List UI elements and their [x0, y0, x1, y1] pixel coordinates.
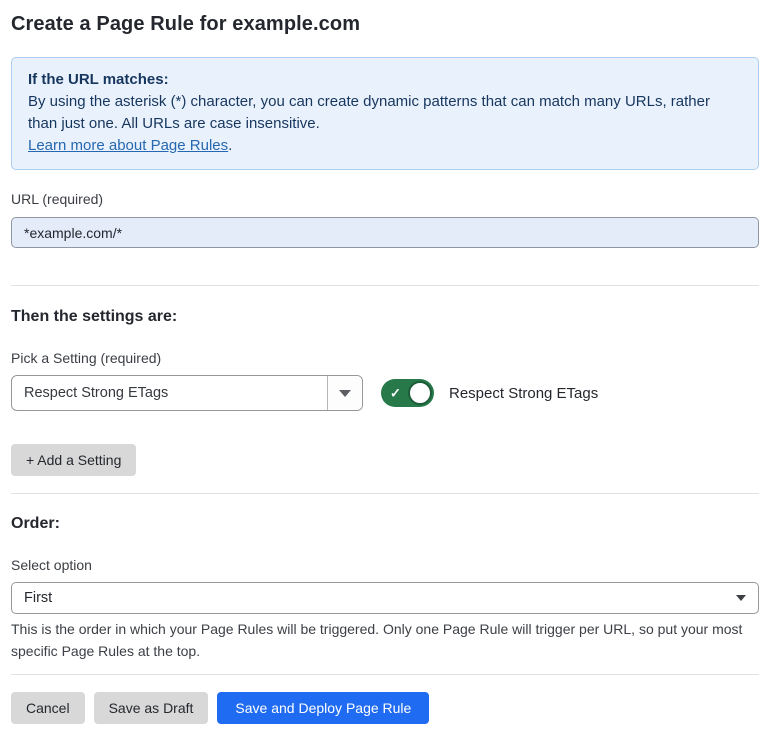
order-section-heading: Order: — [11, 514, 759, 533]
order-select-label: Select option — [11, 557, 759, 574]
url-match-info-box: If the URL matches: By using the asteris… — [11, 57, 759, 170]
save-as-draft-button[interactable]: Save as Draft — [94, 692, 209, 724]
pick-setting-label: Pick a Setting (required) — [11, 350, 759, 367]
cancel-button[interactable]: Cancel — [11, 692, 85, 724]
chevron-down-icon — [736, 595, 746, 601]
info-box-heading: If the URL matches: — [28, 69, 742, 91]
divider — [11, 674, 759, 675]
check-icon: ✓ — [390, 387, 401, 400]
divider — [11, 285, 759, 286]
order-help-text: This is the order in which your Page Rul… — [11, 619, 759, 662]
order-select[interactable]: First — [11, 582, 759, 614]
footer-actions: Cancel Save as Draft Save and Deploy Pag… — [11, 692, 759, 724]
setting-select-arrow-button[interactable] — [327, 376, 362, 410]
chevron-down-icon — [339, 390, 351, 397]
save-and-deploy-button[interactable]: Save and Deploy Page Rule — [217, 692, 429, 724]
order-select-value: First — [24, 590, 52, 606]
respect-strong-etags-toggle[interactable]: ✓ — [381, 379, 434, 407]
info-box-link-line: Learn more about Page Rules. — [28, 135, 742, 157]
setting-select-value: Respect Strong ETags — [12, 376, 327, 410]
setting-select[interactable]: Respect Strong ETags — [11, 375, 363, 411]
toggle-knob — [408, 381, 432, 405]
create-page-rule-panel: Create a Page Rule for example.com If th… — [0, 0, 769, 740]
setting-row: Respect Strong ETags ✓ Respect Strong ET… — [11, 375, 759, 411]
url-field-label: URL (required) — [11, 191, 759, 208]
divider — [11, 493, 759, 494]
add-setting-button[interactable]: + Add a Setting — [11, 444, 136, 476]
info-box-body: By using the asterisk (*) character, you… — [28, 91, 742, 135]
toggle-label: Respect Strong ETags — [449, 385, 598, 402]
url-input[interactable] — [11, 217, 759, 248]
link-suffix: . — [228, 137, 232, 154]
settings-section-heading: Then the settings are: — [11, 307, 759, 326]
page-title: Create a Page Rule for example.com — [11, 12, 759, 36]
learn-more-link[interactable]: Learn more about Page Rules — [28, 137, 228, 154]
